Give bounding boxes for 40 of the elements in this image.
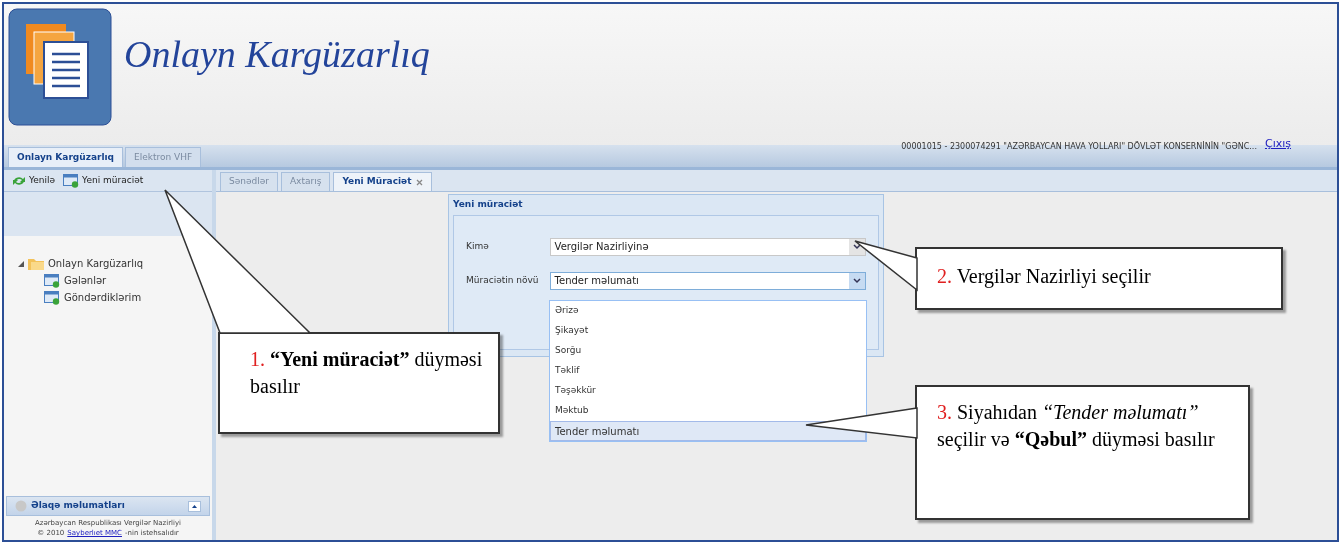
field-label: Müraciətin növü xyxy=(466,273,540,287)
refresh-icon xyxy=(12,174,26,187)
field-label: Kimə xyxy=(466,239,490,253)
toolbar-button[interactable]: Yenilə xyxy=(12,173,56,188)
close-icon[interactable] xyxy=(415,178,423,186)
contact-panel-header[interactable]: Əlaqə məlumatları xyxy=(6,496,210,516)
tree-item[interactable]: Onlayn Kargüzarlıq xyxy=(48,256,144,271)
tree-item[interactable]: Göndərdiklərim xyxy=(64,290,142,305)
dropdown-option[interactable]: Tender məlumatı xyxy=(550,421,866,441)
app-title: Onlayn Kargüzarlıq xyxy=(124,32,430,77)
collapse-icon[interactable] xyxy=(188,500,201,512)
folder-icon xyxy=(28,257,44,270)
dropdown-option[interactable]: Təklif xyxy=(550,361,866,381)
panel-title: Əlaqə məlumatları xyxy=(31,499,126,513)
logout-link[interactable]: Çıxış xyxy=(1264,136,1291,153)
field-value: Vergilər Nazirliyinə xyxy=(553,240,650,254)
tree-item[interactable]: Gələnlər xyxy=(64,273,107,288)
tree-toggle-icon[interactable] xyxy=(18,260,24,267)
inbox-icon xyxy=(44,273,60,288)
app-tab[interactable]: Onlayn Kargüzarlıq xyxy=(8,147,124,167)
globe-icon xyxy=(15,500,27,512)
dialog-title: Yeni müraciət xyxy=(452,198,524,211)
content-tab[interactable]: Yeni Müraciət xyxy=(333,172,432,191)
toolbar-button[interactable]: Yeni müraciət xyxy=(63,173,144,188)
combo-field[interactable]: Vergilər Nazirliyinə xyxy=(549,237,866,256)
dropdown-option[interactable]: Təşəkkür xyxy=(550,381,866,401)
combo-field[interactable]: Tender məlumatı xyxy=(549,271,866,290)
callout-text: 1. “Yeni müraciət” düyməsi basılır xyxy=(250,347,484,399)
dropdown-option[interactable]: Məktub xyxy=(550,401,866,421)
new-document-icon xyxy=(63,173,80,188)
logo-icon xyxy=(8,8,112,126)
callout-text: 2. Vergilər Nazirliyi seçilir xyxy=(937,264,1152,290)
inbox-icon xyxy=(44,290,60,305)
dropdown-option[interactable]: Ərizə xyxy=(550,301,866,321)
user-info: 00001015 - 2300074291 "AZƏRBAYCAN HAVA YOLLARI" DÖVLƏT KONSERNİNİN "GƏNC... xyxy=(901,140,1257,153)
dropdown-option[interactable]: Sorğu xyxy=(550,341,866,361)
field-value: Tender məlumatı xyxy=(553,274,640,288)
dropdown-option[interactable]: Şikayət xyxy=(550,321,866,341)
callout-text: 3. Siyahıdan “Tender məlumatı” seçilir və “Qəbul” düyməsi basılır xyxy=(937,400,1216,453)
chevron-icon[interactable] xyxy=(849,272,865,289)
